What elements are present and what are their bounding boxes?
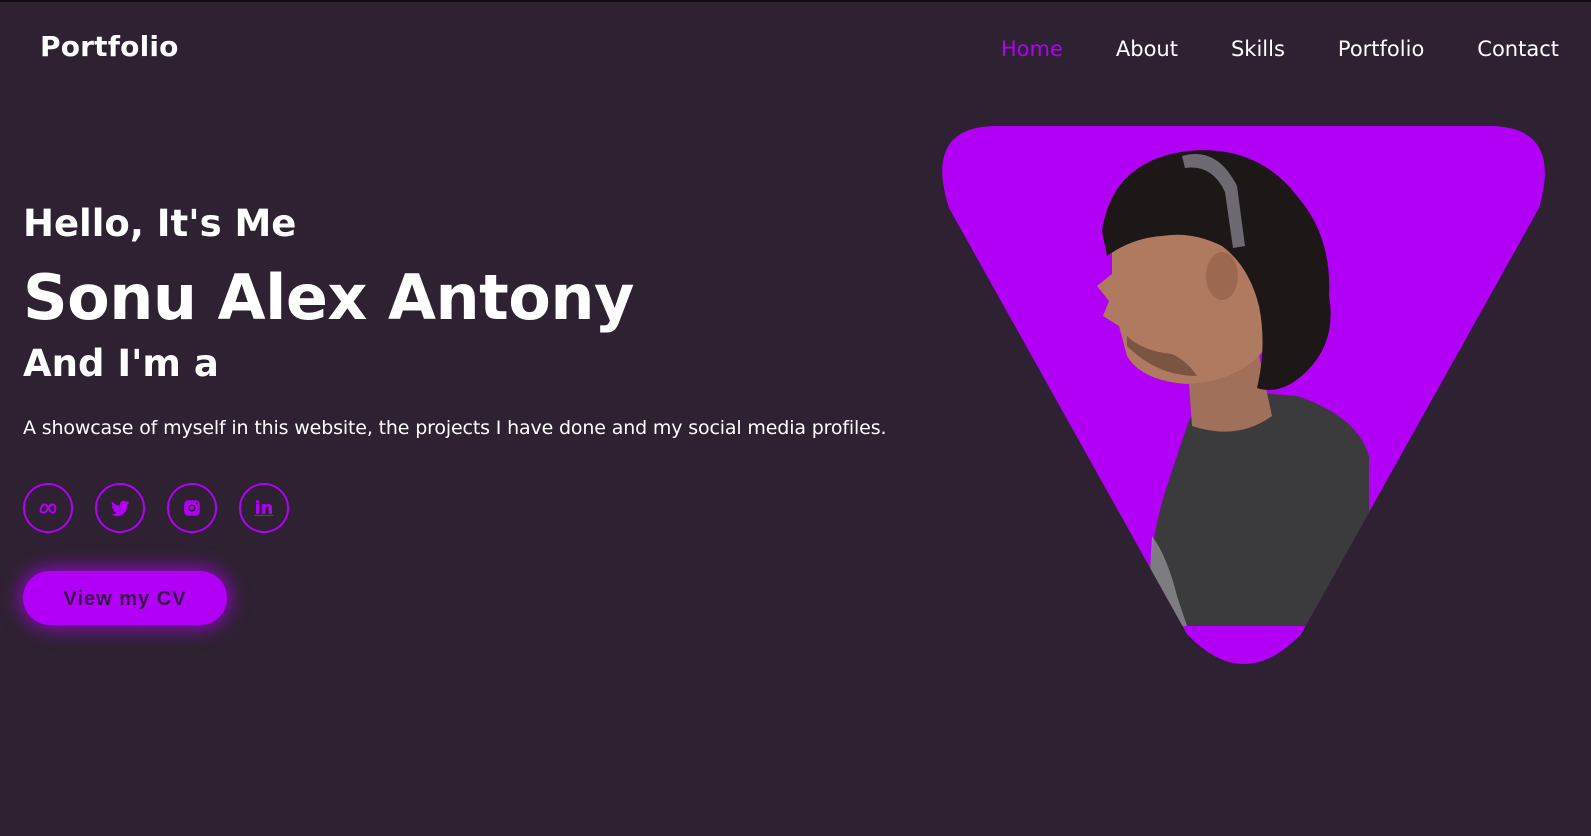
hero-description: A showcase of myself in this website, th… xyxy=(23,417,887,439)
view-cv-button[interactable]: View my CV xyxy=(23,571,227,625)
twitter-link[interactable] xyxy=(95,483,145,533)
meta-icon xyxy=(39,503,57,514)
hero-name: Sonu Alex Antony xyxy=(23,261,634,334)
profile-photo xyxy=(937,126,1551,676)
nav-about[interactable]: About xyxy=(1116,37,1178,61)
profile-photo-frame xyxy=(942,126,1545,664)
nav-portfolio[interactable]: Portfolio xyxy=(1338,37,1424,61)
linkedin-icon: in xyxy=(254,497,274,519)
instagram-link[interactable] xyxy=(167,483,217,533)
hero-role: And I'm a xyxy=(23,342,219,385)
hero-section: Hello, It's Me Sonu Alex Antony And I'm … xyxy=(23,200,886,625)
main-nav: Home About Skills Portfolio Contact xyxy=(1001,37,1559,61)
nav-home[interactable]: Home xyxy=(1001,37,1063,61)
social-links: in xyxy=(23,483,886,533)
instagram-icon xyxy=(184,500,200,516)
nav-skills[interactable]: Skills xyxy=(1231,37,1285,61)
meta-link[interactable] xyxy=(23,483,73,533)
hero-greeting: Hello, It's Me xyxy=(23,202,297,245)
top-border xyxy=(0,0,1591,2)
site-logo[interactable]: Portfolio xyxy=(40,30,179,63)
linkedin-link[interactable]: in xyxy=(239,483,289,533)
twitter-icon xyxy=(111,500,130,517)
nav-contact[interactable]: Contact xyxy=(1477,37,1559,61)
